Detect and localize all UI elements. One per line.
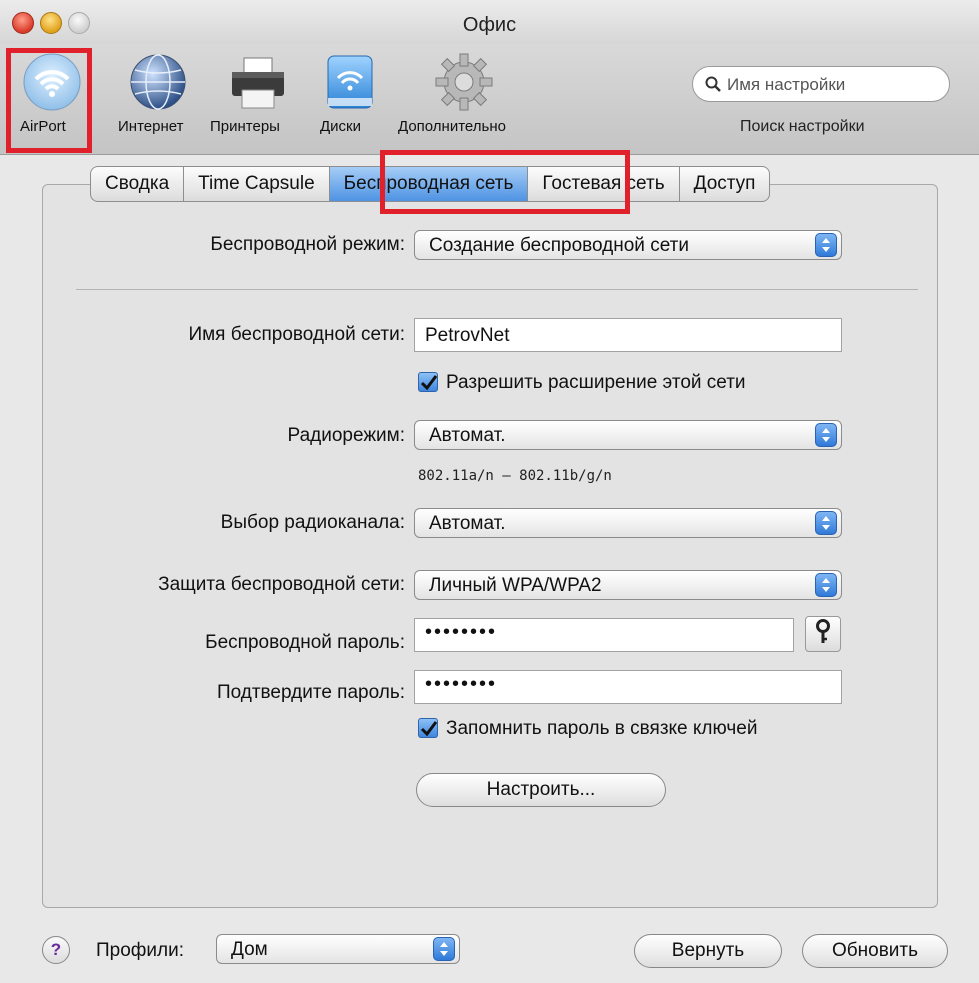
toolbar-item-advanced[interactable]: Дополнительно (392, 44, 542, 154)
wireless-mode-popup[interactable]: Создание беспроводной сети (414, 230, 842, 260)
channel-popup[interactable]: Автомат. (414, 508, 842, 538)
popup-arrows-icon (815, 511, 837, 535)
section-separator (76, 289, 918, 290)
search-caption: Поиск настройки (740, 118, 865, 135)
remember-keychain-label: Запомнить пароль в связке ключей (446, 718, 758, 739)
radio-mode-popup[interactable]: Автомат. (414, 420, 842, 450)
network-name-field[interactable]: PetrovNet (414, 318, 842, 352)
toolbar-item-internet[interactable]: Интернет (112, 44, 204, 154)
gear-icon (435, 53, 493, 111)
password-label: Беспроводной пароль: (205, 632, 405, 653)
toolbar-item-disks[interactable]: Диски (314, 44, 384, 154)
configure-button[interactable]: Настроить... (416, 773, 666, 807)
airport-utility-window: Офис AirPort Интернет Принтеры Диски Доп… (0, 0, 979, 983)
search-icon (705, 76, 721, 92)
toolbar-label-disks: Диски (320, 118, 361, 135)
toolbar-label-printers: Принтеры (210, 118, 280, 135)
security-value: Личный WPA/WPA2 (429, 575, 602, 596)
toolbar: AirPort Интернет Принтеры Диски Дополнит… (0, 44, 979, 155)
search-placeholder: Имя настройки (727, 75, 846, 94)
radio-mode-value: Автомат. (429, 425, 506, 446)
radio-mode-hint: 802.11a/n – 802.11b/g/n (418, 468, 612, 484)
profiles-label: Профили: (96, 940, 185, 961)
profile-popup[interactable]: Дом (216, 934, 460, 964)
help-button[interactable]: ? (42, 936, 70, 964)
security-popup[interactable]: Личный WPA/WPA2 (414, 570, 842, 600)
popup-arrows-icon (815, 423, 837, 447)
tab-time-capsule[interactable]: Time Capsule (183, 166, 329, 202)
confirm-password-label: Подтвердите пароль: (216, 682, 405, 703)
remember-keychain-checkbox[interactable] (418, 718, 438, 738)
globe-icon (130, 54, 186, 110)
checkmark-icon (420, 721, 438, 737)
popup-arrows-icon (433, 937, 455, 961)
popup-arrows-icon (815, 233, 837, 257)
wireless-mode-value: Создание беспроводной сети (429, 235, 689, 256)
channel-value: Автомат. (429, 513, 506, 534)
wireless-tab-highlight-frame (380, 150, 630, 214)
show-password-key-button[interactable] (805, 616, 841, 652)
airport-highlight-frame (6, 48, 92, 153)
toolbar-label-advanced: Дополнительно (398, 118, 506, 135)
window-title: Офис (462, 14, 517, 36)
network-name-label: Имя беспроводной сети: (188, 324, 405, 345)
password-value: •••••••• (425, 621, 498, 643)
allow-extend-label: Разрешить расширение этой сети (446, 372, 746, 393)
password-field[interactable]: •••••••• (414, 618, 794, 652)
checkmark-icon (420, 375, 438, 391)
tab-summary[interactable]: Сводка (90, 166, 184, 202)
wireless-mode-label: Беспроводной режим: (210, 234, 405, 255)
printer-icon (232, 57, 284, 109)
update-button[interactable]: Обновить (802, 934, 948, 968)
channel-label: Выбор радиоканала: (220, 512, 405, 533)
revert-button[interactable]: Вернуть (634, 934, 782, 968)
title-bar: Офис (0, 0, 979, 44)
profile-value: Дом (231, 939, 268, 960)
allow-extend-checkbox[interactable] (418, 372, 438, 392)
key-icon (816, 619, 830, 643)
security-label: Защита беспроводной сети: (158, 574, 405, 595)
confirm-password-field[interactable]: •••••••• (414, 670, 842, 704)
toolbar-label-internet: Интернет (118, 118, 184, 135)
radio-mode-label: Радиорежим: (287, 425, 405, 446)
confirm-password-value: •••••••• (425, 673, 498, 695)
disk-icon (327, 55, 373, 109)
search-field[interactable]: Имя настройки (692, 66, 950, 102)
tab-access[interactable]: Доступ (678, 166, 771, 202)
popup-arrows-icon (815, 573, 837, 597)
network-name-value: PetrovNet (425, 325, 510, 346)
toolbar-item-printers[interactable]: Принтеры (206, 44, 306, 154)
